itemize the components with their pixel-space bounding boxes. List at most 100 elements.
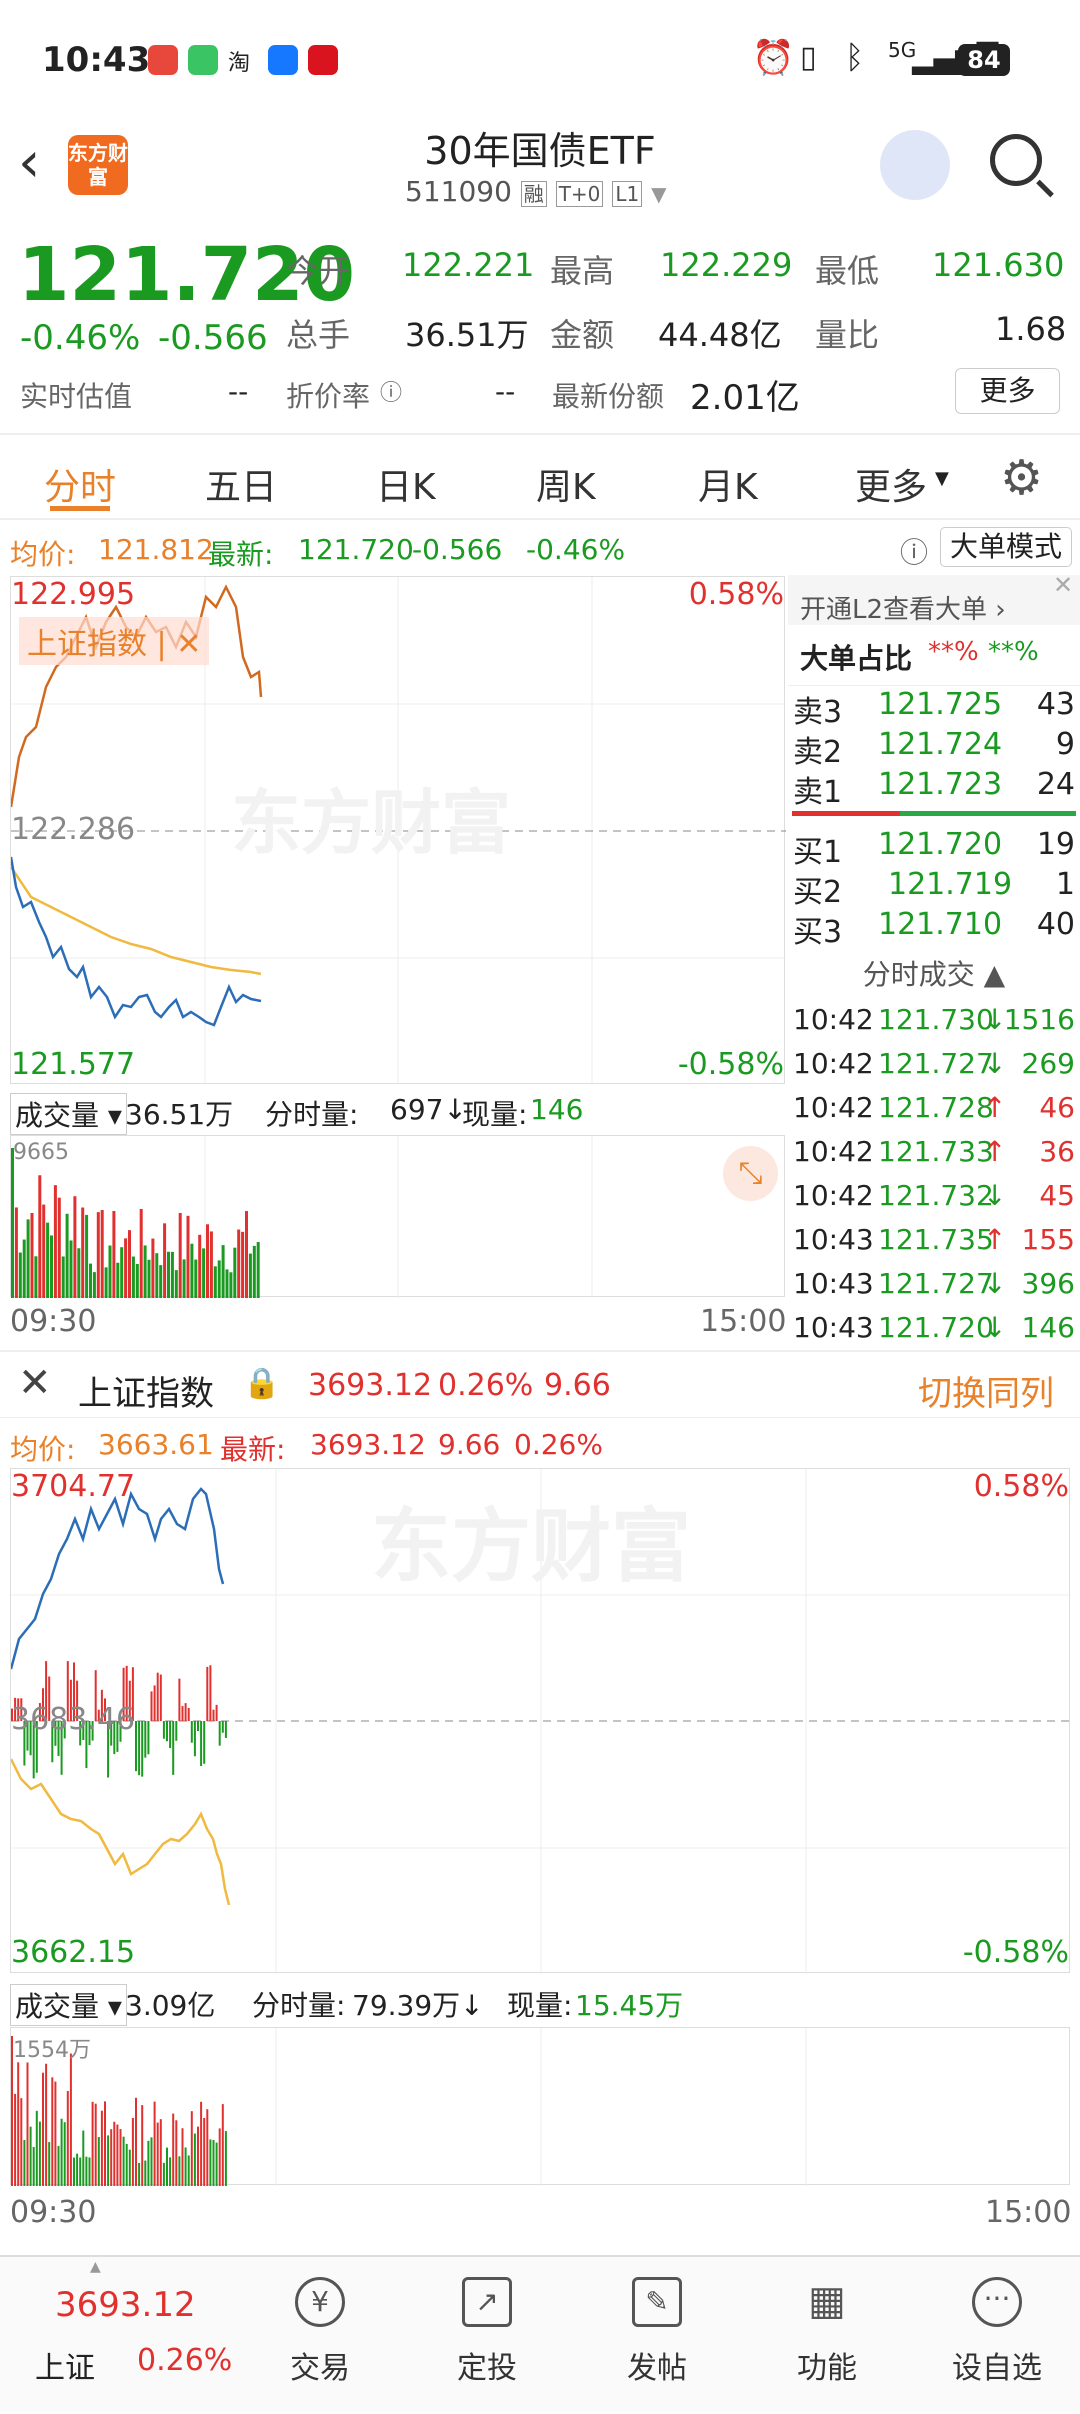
gear-icon[interactable]: ⚙: [1000, 450, 1043, 506]
tab-intraday[interactable]: 分时: [44, 458, 116, 510]
trend-chart-icon: ↗: [462, 2277, 512, 2327]
trade-dir: ↓: [983, 1179, 1007, 1212]
volume-bar: [85, 1214, 89, 1298]
tab-five-day[interactable]: 五日: [205, 458, 277, 510]
trade-row: 10:43 121.720 ↓ 146: [793, 1311, 1075, 1351]
battery-indicator: 84: [958, 44, 1010, 76]
volume-bar: [141, 2105, 144, 2186]
volume-bar: [163, 1223, 167, 1298]
robot-avatar[interactable]: [880, 130, 950, 200]
trade-time: 10:42: [793, 1091, 874, 1124]
tab-more[interactable]: 更多: [855, 458, 927, 510]
stock-code-value: 511090: [405, 175, 512, 208]
macd-bar: [150, 1691, 153, 1721]
big-buy-pct: **%: [988, 637, 1039, 667]
l2-promo[interactable]: 开通L2查看大单 ›: [788, 575, 1080, 625]
trade-volume: 269: [1021, 1047, 1075, 1080]
macd-bar: [206, 1666, 209, 1721]
volume-bar: [256, 1242, 260, 1298]
nav-trade[interactable]: ¥ 交易: [245, 2257, 395, 2414]
volume-bar: [119, 2129, 122, 2186]
trade-price: 121.727: [878, 1047, 994, 1080]
watermark: 东方财富: [231, 782, 511, 864]
app-icon-3: 淘: [228, 51, 251, 76]
volume-bar: [198, 1234, 202, 1298]
macd-bar: [203, 1721, 206, 1764]
volume-total: 3.09亿: [125, 1989, 216, 2022]
volume-bar: [92, 1272, 96, 1298]
more-button[interactable]: 更多: [955, 368, 1060, 414]
trade-time: 10:42: [793, 1135, 874, 1168]
chevron-down-icon: ▼: [651, 182, 667, 206]
bid-price: 121.720: [878, 827, 1003, 862]
volume-bar: [46, 1222, 50, 1298]
lock-icon[interactable]: 🔒: [243, 1366, 280, 1401]
volume-bar: [38, 1175, 42, 1298]
nav-index-quote[interactable]: ▲ 3693.12 上证 0.26%: [20, 2257, 232, 2414]
volume-bar: [30, 1212, 34, 1298]
info-icon[interactable]: ⓘ: [380, 375, 402, 407]
volume-bar: [60, 2118, 63, 2186]
nav-post[interactable]: ✎ 发帖: [582, 2257, 732, 2414]
open-label: 今开: [286, 252, 351, 290]
now-label: 现量:: [462, 1098, 528, 1131]
volume-bar: [224, 2131, 227, 2186]
watermark: 东方财富: [371, 1500, 691, 1593]
page-title: 30年国债ETF: [424, 129, 656, 173]
axis-top-pct: 0.58%: [973, 1469, 1069, 1504]
macd-bar: [187, 1707, 190, 1721]
trade-volume: 36: [1039, 1135, 1075, 1168]
bid-row[interactable]: 买2 121.719 1: [793, 867, 1075, 910]
index-chart-svg: 东方财富: [11, 1469, 1071, 1974]
volume-selector[interactable]: 成交量 ▾: [10, 1984, 127, 2026]
tab-month-k[interactable]: 月K: [698, 458, 758, 510]
close-icon[interactable]: ✕: [18, 1360, 52, 1406]
switch-column-button[interactable]: 切换同列: [918, 1366, 1054, 1415]
bid-row[interactable]: 买1 121.720 19: [793, 827, 1075, 870]
nav-invest[interactable]: ↗ 定投: [412, 2257, 562, 2414]
stock-code[interactable]: 511090 融 T+0 L1 ▼: [405, 175, 666, 208]
volume-selector[interactable]: 成交量 ▾: [10, 1093, 127, 1135]
ask-price: 121.725: [878, 687, 1003, 722]
nav-watchlist[interactable]: ··· 设自选: [922, 2257, 1072, 2414]
trade-dir: ↓: [983, 1267, 1007, 1300]
close-icon[interactable]: ✕: [176, 627, 201, 662]
axis-top-value: 122.995: [11, 577, 136, 612]
volume-bar: [221, 2104, 224, 2186]
time-end: 15:00: [985, 2195, 1072, 2230]
volume-bar: [53, 1185, 57, 1298]
tab-week-k[interactable]: 周K: [536, 458, 596, 510]
search-icon[interactable]: [990, 134, 1042, 186]
price-line: [11, 856, 262, 1027]
help-icon[interactable]: ⓘ: [900, 531, 928, 571]
bid-row[interactable]: 买3 121.710 40: [793, 907, 1075, 950]
volume-bar: [107, 2135, 110, 2186]
tab-day-k[interactable]: 日K: [376, 458, 436, 510]
trades-header[interactable]: 分时成交 ▲: [788, 953, 1080, 993]
macd-bar: [212, 1709, 215, 1721]
nav-functions[interactable]: ▦ 功能: [752, 2257, 902, 2414]
sell-ratio-bar: [792, 811, 900, 816]
ask-row[interactable]: 卖1 121.723 24: [793, 767, 1075, 810]
trades-title: 分时成交: [862, 958, 975, 991]
back-icon[interactable]: ‹: [18, 130, 40, 195]
macd-bar: [190, 1721, 193, 1743]
trade-volume: 1516: [1003, 1003, 1075, 1036]
expand-icon[interactable]: ⤡: [723, 1146, 778, 1201]
ask-row[interactable]: 卖3 121.725 43: [793, 687, 1075, 730]
volume-bar: [50, 1235, 53, 1298]
intraday-chart[interactable]: 东方财富 122.995 122.286 121.577 0.58% -0.58…: [10, 576, 786, 1085]
close-icon[interactable]: ✕: [1053, 571, 1073, 599]
bid-label: 买2: [793, 875, 843, 910]
volume-bar: [108, 1245, 112, 1298]
index-intraday-chart[interactable]: 东方财富 3704.77 3683.46 3662.15 0.58% -0.58…: [10, 1468, 1071, 1974]
macd-bar: [166, 1721, 168, 1742]
volume-bar: [14, 1207, 18, 1298]
ask-row[interactable]: 卖2 121.724 9: [793, 727, 1075, 770]
big-order-mode-button[interactable]: 大单模式: [940, 527, 1072, 567]
volume-bar: [215, 2142, 218, 2186]
status-bar: 10:43 淘 ⏰ ▯ ᛒ 5G ▂▄▆█ 84: [0, 0, 1080, 120]
chart-tabs: 分时 五日 日K 周K 月K 更多 ▼ ⚙: [0, 430, 1080, 520]
overlay-tag[interactable]: 上证指数 | ✕: [19, 617, 210, 665]
last-pct: -0.46%: [526, 533, 626, 566]
